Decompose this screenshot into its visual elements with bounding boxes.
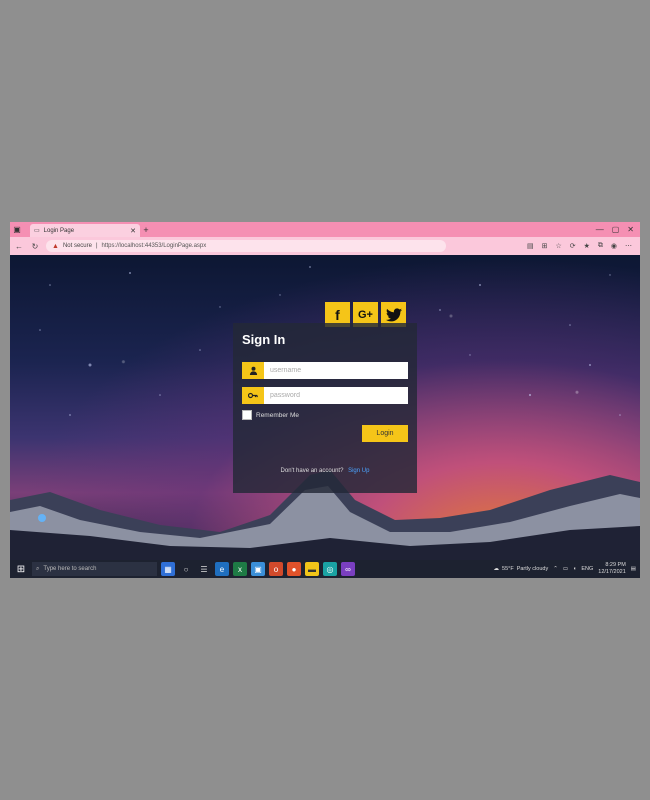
browser-tab[interactable]: ▭ Login Page ✕	[30, 224, 140, 237]
address-bar-row: ← ↻ ▲ Not secure | https://localhost:443…	[10, 237, 640, 255]
office-icon[interactable]: o	[269, 562, 283, 576]
clock-time: 8:29 PM	[605, 562, 626, 568]
separator: |	[95, 243, 98, 249]
password-input[interactable]	[264, 387, 408, 404]
remember-me-row: Remember Me	[242, 410, 408, 420]
volume-icon[interactable]: ◖	[573, 566, 576, 572]
taskbar: ⊞ ⌕ Type here to search ▦ ○ ☰ e x ▣ o ● …	[10, 560, 640, 578]
temperature: 55°F	[502, 566, 514, 572]
maximize-icon[interactable]: ▢	[612, 225, 620, 234]
page-icon: ▭	[34, 228, 40, 234]
login-card: Sign In Remember Me Login Don't have an	[233, 323, 417, 493]
edge-icon[interactable]: e	[215, 562, 229, 576]
windows-start-icon[interactable]: ⊞	[14, 562, 28, 576]
notification-icon[interactable]: ▤	[631, 566, 636, 572]
store-icon[interactable]: ▣	[251, 562, 265, 576]
twitter-icon	[385, 307, 402, 321]
clock-date: 12/17/2021	[598, 569, 626, 575]
google-plus-icon: G+	[358, 308, 373, 321]
close-window-icon[interactable]: ✕	[627, 225, 634, 234]
file-explorer-icon[interactable]: ▬	[305, 562, 319, 576]
apps-icon[interactable]: ⊞	[542, 242, 548, 250]
network-icon[interactable]: ▭	[563, 566, 568, 572]
username-input[interactable]	[264, 362, 408, 379]
collections-icon[interactable]: ⧉	[598, 242, 603, 250]
visual-studio-icon[interactable]: ∞	[341, 562, 355, 576]
chevron-up-icon[interactable]: ⌃	[553, 566, 558, 572]
facebook-icon: f	[335, 306, 340, 323]
weather-text: Partly cloudy	[516, 566, 549, 572]
edge-dev-icon[interactable]: ◎	[323, 562, 337, 576]
more-icon[interactable]: ⋯	[625, 242, 632, 250]
back-icon[interactable]: ←	[14, 242, 24, 251]
signup-prompt: Don't have an account? Sign Up	[233, 468, 417, 474]
taskbar-search[interactable]: ⌕ Type here to search	[32, 562, 157, 576]
security-label: Not secure	[62, 243, 92, 249]
browser-tab-strip: ▣ ▭ Login Page ✕ + — ▢ ✕	[10, 222, 640, 237]
favorites-icon[interactable]: ★	[584, 242, 590, 250]
favorite-icon[interactable]: ☆	[555, 242, 561, 250]
search-icon: ⌕	[36, 565, 40, 572]
refresh-icon[interactable]: ↻	[30, 242, 40, 251]
user-icon	[242, 362, 264, 379]
clock[interactable]: 8:29 PM 12/17/2021	[598, 562, 626, 576]
excel-icon[interactable]: x	[233, 562, 247, 576]
password-row	[242, 387, 408, 404]
taskbar-search-placeholder: Type here to search	[43, 566, 97, 572]
url-field[interactable]: ▲ Not secure | https://localhost:44353/L…	[46, 240, 446, 252]
url-text: https://localhost:44353/LoginPage.aspx	[101, 243, 207, 249]
warning-icon: ▲	[52, 242, 59, 250]
firefox-icon[interactable]: ●	[287, 562, 301, 576]
window-controls: — ▢ ✕	[596, 225, 640, 234]
new-tab-button[interactable]: +	[140, 225, 152, 235]
page-background: f G+ Sign In username Remember Me Login …	[10, 255, 640, 560]
close-tab-icon[interactable]: ✕	[130, 227, 136, 235]
profile-icon[interactable]: ◉	[611, 242, 617, 250]
username-row	[242, 362, 408, 379]
browser-toolbar: ▤ ⊞ ☆ ⟳ ★ ⧉ ◉ ⋯	[527, 242, 636, 250]
task-view-icon[interactable]: ○	[179, 562, 193, 576]
read-aloud-icon[interactable]: ▤	[527, 242, 534, 250]
multitask-icon[interactable]: ☰	[197, 562, 211, 576]
login-button[interactable]: Login	[362, 425, 408, 442]
tab-title: Login Page	[43, 227, 75, 234]
refresh-page-icon[interactable]: ⟳	[570, 242, 576, 250]
signup-link[interactable]: Sign Up	[348, 468, 369, 474]
tab-actions-icon[interactable]: ▣	[10, 222, 24, 237]
remember-me-label: Remember Me	[256, 411, 299, 419]
signin-title: Sign In	[242, 332, 286, 347]
remember-me-checkbox[interactable]	[242, 410, 252, 420]
news-widget-icon[interactable]: ▦	[161, 562, 175, 576]
weather-widget[interactable]: ☁ 55°F Partly cloudy	[494, 566, 549, 572]
language-indicator[interactable]: ENG	[581, 566, 593, 572]
no-account-text: Don't have an account?	[280, 468, 344, 474]
system-tray: ☁ 55°F Partly cloudy ⌃ ▭ ◖ ENG 8:29 PM 1…	[494, 562, 636, 576]
screen: ▣ ▭ Login Page ✕ + — ▢ ✕ ← ↻ ▲ Not secur…	[10, 222, 640, 578]
minimize-icon[interactable]: —	[596, 225, 604, 234]
key-icon	[242, 387, 264, 404]
cloud-icon: ☁	[493, 566, 500, 572]
